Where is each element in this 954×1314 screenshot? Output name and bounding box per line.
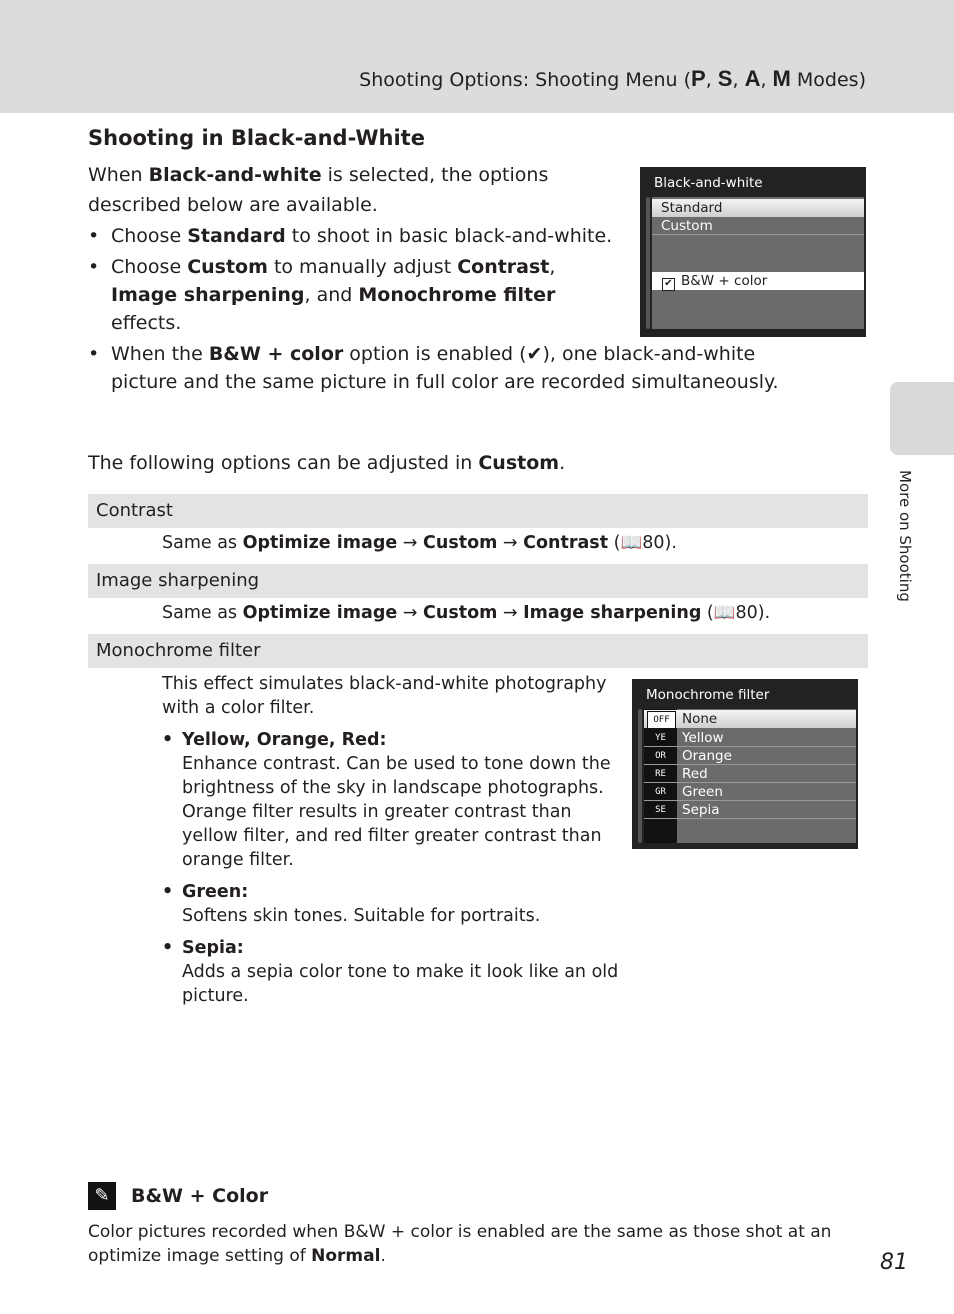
filter-sepia-icon: SE — [647, 802, 674, 818]
monochrome-menu-panel: OFF None YE Yellow OR Orange RE Red GR Green … — [644, 709, 856, 843]
option-sharpening-header: Image sharpening — [88, 564, 868, 598]
bullet-standard: Choose Standard to shoot in basic black-… — [88, 222, 631, 250]
option-contrast-header: Contrast — [88, 494, 868, 528]
monochrome-menu-title: Monochrome filter — [646, 687, 770, 703]
checkmark-icon: ✔ — [526, 343, 543, 365]
option-contrast-desc: Same as Optimize image → Custom → Contra… — [162, 533, 677, 553]
menu-item-green[interactable]: GR Green — [644, 783, 856, 801]
paperclip-icon: ✎ — [88, 1182, 116, 1210]
page-header: Shooting Options: Shooting Menu (P, S, A… — [0, 0, 954, 113]
menu-item-standard[interactable]: Standard — [652, 199, 864, 217]
bullet-custom: Choose Custom to manually adjust Contras… — [88, 253, 561, 337]
scrollbar — [646, 197, 650, 329]
following-text: The following options can be adjusted in… — [88, 452, 566, 474]
off-icon: OFF — [647, 711, 676, 729]
option-monochrome-header: Monochrome filter — [88, 634, 868, 668]
option-sharpening-desc: Same as Optimize image → Custom → Image … — [162, 603, 771, 623]
filter-yellow-icon: YE — [647, 730, 674, 746]
menu-item-custom[interactable]: Custom — [652, 217, 864, 235]
checkbox-icon[interactable]: ✔ — [662, 278, 675, 291]
filter-green-icon: GR — [647, 784, 674, 800]
bw-menu-panel: Standard Custom ✔ B&W + color — [652, 197, 864, 329]
header-title: Shooting Options: Shooting Menu (P, S, A… — [359, 66, 866, 91]
monochrome-menu-screenshot: Monochrome filter OFF None YE Yellow OR Ora… — [632, 679, 858, 849]
scrollbar — [638, 709, 642, 843]
filter-green: Green:Softens skin tones. Suitable for p… — [162, 880, 622, 928]
filter-red-icon: RE — [647, 766, 674, 782]
side-tab — [890, 382, 954, 455]
bw-menu-title: Black-and-white — [654, 175, 763, 191]
monochrome-filter-list: Yellow, Orange, Red:Enhance contrast. Ca… — [162, 728, 622, 1016]
filter-yellow-orange-red: Yellow, Orange, Red:Enhance contrast. Ca… — [162, 728, 622, 872]
note-text: Color pictures recorded when B&W + color… — [88, 1222, 832, 1266]
filter-sepia: Sepia:Adds a sepia color tone to make it… — [162, 936, 622, 1008]
intro-text: When Black-and-white is selected, the op… — [88, 164, 549, 216]
menu-item-none[interactable]: OFF None — [644, 710, 856, 729]
bullet-bw-color: When the B&W + color option is enabled (… — [88, 340, 788, 396]
menu-item-orange[interactable]: OR Orange — [644, 747, 856, 765]
filter-orange-icon: OR — [647, 748, 674, 764]
menu-item-yellow[interactable]: YE Yellow — [644, 729, 856, 747]
bw-menu-screenshot: Black-and-white Standard Custom ✔ B&W + c… — [640, 167, 866, 337]
page-number: 81 — [880, 1250, 908, 1275]
section-title: Shooting in Black-and-White — [88, 126, 425, 150]
menu-item-red[interactable]: RE Red — [644, 765, 856, 783]
note-title: B&W + Color — [131, 1185, 269, 1207]
side-tab-label: More on Shooting — [896, 470, 914, 602]
monochrome-intro: This effect simulates black-and-white ph… — [162, 674, 607, 718]
menu-item-sepia[interactable]: SE Sepia — [644, 801, 856, 819]
bw-color-checkbox-row[interactable]: ✔ B&W + color — [652, 272, 864, 291]
